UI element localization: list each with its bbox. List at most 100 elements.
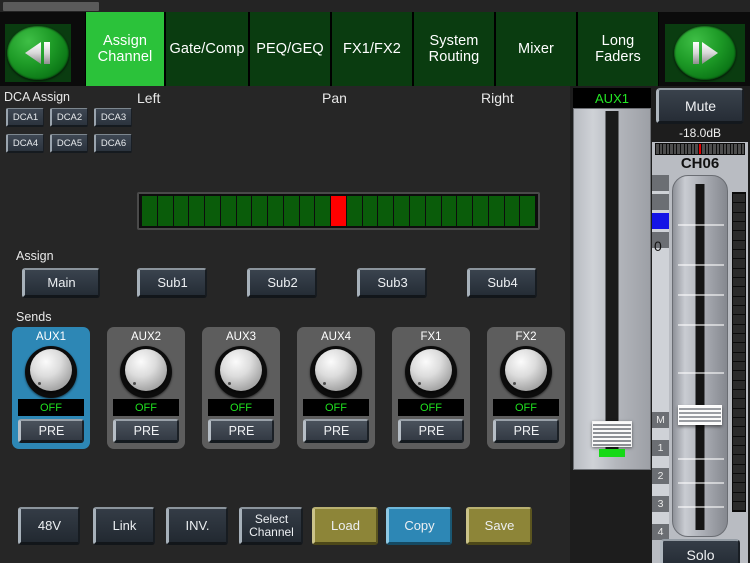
pan-segment[interactable] xyxy=(189,196,204,226)
assign-button-sub2[interactable]: Sub2 xyxy=(247,268,317,298)
channel-fader-handle[interactable] xyxy=(678,405,722,425)
next-channel-button[interactable] xyxy=(665,24,745,82)
pan-segment[interactable] xyxy=(205,196,220,226)
solo-button[interactable]: Solo xyxy=(660,539,740,563)
send-strip-aux4[interactable]: AUX4 OFF PRE xyxy=(297,327,375,449)
tab-fx1-fx2[interactable]: FX1/FX2 xyxy=(331,12,413,86)
pan-segment[interactable] xyxy=(158,196,173,226)
tab-assign-channel[interactable]: Assign Channel xyxy=(85,12,165,86)
mini-pan-segment xyxy=(685,144,688,154)
pan-segment[interactable] xyxy=(300,196,315,226)
pan-segment[interactable] xyxy=(237,196,252,226)
send-strip-aux3[interactable]: AUX3 OFF PRE xyxy=(202,327,280,449)
pan-segment[interactable] xyxy=(347,196,362,226)
tab-peq-geq[interactable]: PEQ/GEQ xyxy=(249,12,331,86)
dca-button-6[interactable]: DCA6 xyxy=(94,134,132,153)
pan-segment[interactable] xyxy=(221,196,236,226)
aux-fader-label: AUX1 xyxy=(573,88,651,108)
load-button[interactable]: Load xyxy=(312,507,378,545)
tab-gate-comp[interactable]: Gate/Comp xyxy=(165,12,249,86)
channel-pan-meter[interactable] xyxy=(655,143,745,155)
send-knob[interactable] xyxy=(310,346,362,398)
send-strip-fx2[interactable]: FX2 OFF PRE xyxy=(487,327,565,449)
mini-pan-segment xyxy=(688,144,691,154)
pan-segment[interactable] xyxy=(363,196,378,226)
pan-segment[interactable] xyxy=(378,196,393,226)
dca-button-2[interactable]: DCA2 xyxy=(50,108,88,127)
pan-segment[interactable] xyxy=(174,196,189,226)
pan-segment[interactable] xyxy=(489,196,504,226)
sends-title: Sends xyxy=(16,310,51,324)
tab-long-faders[interactable]: Long Faders xyxy=(577,12,659,86)
pan-segment[interactable] xyxy=(457,196,472,226)
phantom-48v-button[interactable]: 48V xyxy=(18,507,80,545)
send-strip-aux2[interactable]: AUX2 OFF PRE xyxy=(107,327,185,449)
pan-segment[interactable] xyxy=(520,196,535,226)
send-knob[interactable] xyxy=(120,346,172,398)
pan-segment[interactable] xyxy=(505,196,520,226)
link-button[interactable]: Link xyxy=(93,507,155,545)
dca-button-3[interactable]: DCA3 xyxy=(94,108,132,127)
prev-channel-button[interactable] xyxy=(5,24,71,82)
send-strip-aux1[interactable]: AUX1 OFF PRE xyxy=(12,327,90,449)
send-pre-button[interactable]: PRE xyxy=(208,419,274,443)
tab-system-routing[interactable]: System Routing xyxy=(413,12,495,86)
pan-segment[interactable] xyxy=(331,196,346,226)
assign-button-sub3[interactable]: Sub3 xyxy=(357,268,427,298)
level-meter-segment xyxy=(733,381,745,389)
assign-button-sub1[interactable]: Sub1 xyxy=(137,268,207,298)
channel-fader-track[interactable] xyxy=(672,175,728,537)
send-pre-button[interactable]: PRE xyxy=(493,419,559,443)
dca-button-5[interactable]: DCA5 xyxy=(50,134,88,153)
pan-segment[interactable] xyxy=(142,196,157,226)
pan-meter[interactable] xyxy=(137,192,540,230)
aux-fader-handle[interactable] xyxy=(592,421,632,447)
pan-segment[interactable] xyxy=(442,196,457,226)
mini-pan-segment xyxy=(663,144,666,154)
aux-fader-track[interactable] xyxy=(573,108,651,470)
send-pre-button[interactable]: PRE xyxy=(113,419,179,443)
level-meter-segment xyxy=(733,278,745,286)
pan-segment[interactable] xyxy=(284,196,299,226)
copy-button[interactable]: Copy xyxy=(386,507,452,545)
send-strip-fx1[interactable]: FX1 OFF PRE xyxy=(392,327,470,449)
pan-segment[interactable] xyxy=(252,196,267,226)
mini-pan-segment xyxy=(677,144,680,154)
mini-pan-segment xyxy=(699,144,702,154)
save-button[interactable]: Save xyxy=(466,507,532,545)
send-name: AUX2 xyxy=(107,331,185,343)
invert-button[interactable]: INV. xyxy=(166,507,228,545)
dca-button-1[interactable]: DCA1 xyxy=(6,108,44,127)
tab-label: Mixer xyxy=(518,41,554,57)
previous-track-icon xyxy=(7,26,69,80)
send-pre-button[interactable]: PRE xyxy=(303,419,369,443)
level-meter-segment xyxy=(733,455,745,463)
channel-name-label: CH06 xyxy=(652,155,748,172)
pan-segment[interactable] xyxy=(268,196,283,226)
pan-segment[interactable] xyxy=(394,196,409,226)
channel-strip: CH06 0 M 1 2 3 4 xyxy=(652,142,748,563)
pan-segment[interactable] xyxy=(410,196,425,226)
channel-level-meter xyxy=(732,192,746,512)
tab-mixer[interactable]: Mixer xyxy=(495,12,577,86)
channel-fader-slot xyxy=(696,184,705,530)
send-pre-button[interactable]: PRE xyxy=(18,419,84,443)
level-meter-segment xyxy=(733,194,745,202)
send-pre-button[interactable]: PRE xyxy=(398,419,464,443)
assign-button-row: Main Sub1 Sub2 Sub3 Sub4 xyxy=(0,268,570,302)
assign-button-sub4[interactable]: Sub4 xyxy=(467,268,537,298)
send-knob[interactable] xyxy=(25,346,77,398)
send-knob[interactable] xyxy=(215,346,267,398)
select-channel-button[interactable]: Select Channel xyxy=(239,507,303,545)
pan-segment[interactable] xyxy=(426,196,441,226)
level-meter-segment xyxy=(733,362,745,370)
send-knob[interactable] xyxy=(500,346,552,398)
mixer-app: Assign Channel Gate/Comp PEQ/GEQ FX1/FX2… xyxy=(0,0,750,563)
send-knob[interactable] xyxy=(405,346,457,398)
pan-segment[interactable] xyxy=(315,196,330,226)
dca-button-4[interactable]: DCA4 xyxy=(6,134,44,153)
mute-button[interactable]: Mute xyxy=(656,88,744,124)
titlebar-handle xyxy=(3,2,99,11)
pan-segment[interactable] xyxy=(473,196,488,226)
assign-button-main[interactable]: Main xyxy=(22,268,100,298)
